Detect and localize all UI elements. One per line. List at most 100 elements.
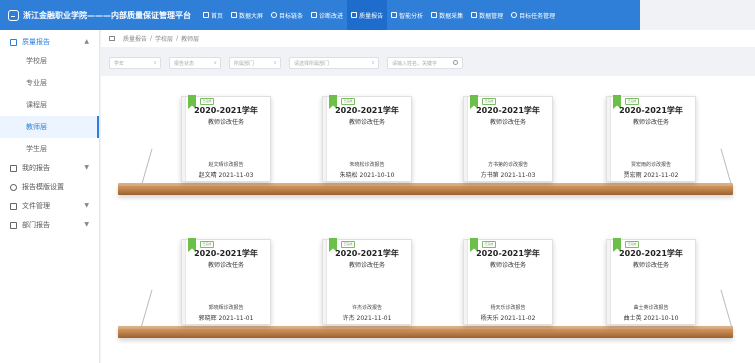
- status-stamp: 已完成: [625, 241, 639, 248]
- book-year: 2020-2021学年: [194, 249, 258, 258]
- task-icon: [511, 12, 518, 18]
- home-icon: [203, 12, 209, 18]
- book-title: 教师诊改任务: [632, 262, 669, 269]
- report-book[interactable]: 已完成 2020-2021学年 教师诊改任务 曲士英诊改报告 曲士英 2021-…: [606, 238, 696, 325]
- book-year: 2020-2021学年: [194, 106, 258, 115]
- home-icon: [109, 36, 115, 41]
- app-brand: 浙江金融职业学院———内部质量保证管理平台: [0, 9, 191, 21]
- breadcrumb-sep: /: [176, 35, 179, 42]
- search-input[interactable]: 请输入姓名，关键字: [387, 57, 463, 69]
- book-meta: 曲士英 2021-10-10: [623, 315, 679, 322]
- book-report: 杨天乐诊改报告: [490, 305, 526, 311]
- chevron-up-icon: ▲: [84, 38, 89, 45]
- report-book[interactable]: 已完成 2020-2021学年 教师诊改任务 方书第的诊改报告 方书第 2021…: [463, 95, 553, 182]
- nav-diagnosis[interactable]: 诊断改进: [307, 0, 347, 30]
- report-book[interactable]: 已完成 2020-2021学年 教师诊改任务 许杰诊改报告 许杰 2021-11…: [322, 238, 412, 325]
- nav-task-manage[interactable]: 目标任务管理: [507, 0, 559, 30]
- sidebar-item-my-report[interactable]: 我的报告 ▼: [0, 160, 99, 176]
- nav-data-screen[interactable]: 数据大屏: [227, 0, 267, 30]
- target-icon: [271, 12, 278, 18]
- monitor-icon: [231, 12, 238, 18]
- monitor-logo-icon: [8, 9, 19, 21]
- nav-data-manage[interactable]: 数据管理: [467, 0, 507, 30]
- book-title: 教师诊改任务: [489, 262, 526, 269]
- chevron-down-icon: ▼: [84, 164, 89, 171]
- nav-smart-analysis[interactable]: 智能分析: [387, 0, 427, 30]
- book-title: 教师诊改任务: [348, 262, 385, 269]
- book-meta: 许杰 2021-11-01: [342, 315, 392, 322]
- book-report: 方书第的诊改报告: [487, 162, 528, 168]
- book-meta: 朱晓松 2021-10-10: [339, 172, 395, 179]
- sidebar-item-file-manage[interactable]: 文件管理 ▼: [0, 198, 99, 214]
- book-title: 教师诊改任务: [489, 119, 526, 126]
- sidebar-item-dept-report[interactable]: 部门报告 ▼: [0, 217, 99, 233]
- breadcrumb-current: 教师层: [181, 36, 200, 43]
- nav-home[interactable]: 首页: [199, 0, 227, 30]
- book-year: 2020-2021学年: [476, 249, 540, 258]
- book-title: 教师诊改任务: [632, 119, 669, 126]
- sidebar-item-quality-report[interactable]: 质量报告 ▲: [0, 34, 99, 50]
- status-stamp: 已完成: [200, 98, 214, 105]
- status-stamp: 已完成: [625, 98, 639, 105]
- book-year: 2020-2021学年: [619, 249, 683, 258]
- book-report: 郭晓辉诊改报告: [208, 305, 244, 311]
- chevron-down-icon: ∨: [213, 60, 217, 66]
- chevron-down-icon: ▼: [84, 202, 89, 209]
- database-icon: [471, 12, 478, 18]
- book-meta: 方书第 2021-11-03: [480, 172, 536, 179]
- book-meta: 赵文晴 2021-11-03: [198, 172, 254, 179]
- report-book[interactable]: 已完成 2020-2021学年 教师诊改任务 郭晓辉诊改报告 郭晓辉 2021-…: [181, 238, 271, 325]
- nav-data-collect[interactable]: 数据采集: [427, 0, 467, 30]
- shelf-top: [118, 183, 733, 195]
- breadcrumb-item[interactable]: 学校层: [155, 34, 173, 43]
- year-select[interactable]: 学年 ∨: [109, 57, 161, 69]
- book-meta: 贾宏雨 2021-11-02: [623, 172, 679, 179]
- sidebar-item-school[interactable]: 学校层: [0, 50, 99, 72]
- report-book[interactable]: 已完成 2020-2021学年 教师诊改任务 贾宏雨的诊改报告 贾宏雨 2021…: [606, 95, 696, 182]
- report-icon: [10, 38, 17, 46]
- doc-icon: [10, 221, 17, 229]
- status-stamp: 已完成: [482, 241, 496, 248]
- app-title: 浙江金融职业学院———内部质量保证管理平台: [23, 10, 191, 20]
- book-title: 教师诊改任务: [348, 119, 385, 126]
- user-icon: [10, 164, 17, 172]
- status-stamp: 已完成: [341, 98, 355, 105]
- book-year: 2020-2021学年: [335, 106, 399, 115]
- book-report: 贾宏雨的诊改报告: [630, 162, 671, 168]
- top-nav-bar: 浙江金融职业学院———内部质量保证管理平台 首页 数据大屏 目标链条 诊断改进 …: [0, 0, 640, 30]
- chevron-down-icon: ∨: [153, 60, 157, 66]
- chevron-down-icon: ∨: [371, 60, 375, 66]
- department-select[interactable]: 所属部门 ∨: [229, 57, 281, 69]
- sidebar-item-major[interactable]: 专业层: [0, 72, 99, 94]
- report-book[interactable]: 已完成 2020-2021学年 教师诊改任务 赵文晴诊改报告 赵文晴 2021-…: [181, 95, 271, 182]
- book-title: 教师诊改任务: [207, 119, 244, 126]
- status-select[interactable]: 报告状态 ∨: [169, 57, 221, 69]
- sidebar-item-template-settings[interactable]: 报告模版设置: [0, 179, 99, 195]
- report-book[interactable]: 已完成 2020-2021学年 教师诊改任务 杨天乐诊改报告 杨天乐 2021-…: [463, 238, 553, 325]
- sidebar-item-teacher[interactable]: 教师层: [0, 116, 99, 138]
- breadcrumb: 质量报告 / 学校层 / 教师层: [101, 30, 755, 47]
- book-report: 许杰诊改报告: [351, 305, 382, 311]
- chart-icon: [391, 12, 398, 18]
- breadcrumb-item[interactable]: 质量报告: [123, 34, 147, 43]
- nav-quality-report[interactable]: 质量报告: [347, 0, 388, 30]
- folder-icon: [10, 202, 17, 210]
- sidebar-item-course[interactable]: 课程层: [0, 94, 99, 116]
- book-year: 2020-2021学年: [335, 249, 399, 258]
- report-book[interactable]: 已完成 2020-2021学年 教师诊改任务 朱晓松诊改报告 朱晓松 2021-…: [322, 95, 412, 182]
- search-icon: [453, 60, 458, 65]
- book-meta: 郭晓辉 2021-11-01: [198, 315, 254, 322]
- shelf-bottom: [118, 326, 733, 338]
- nav-target-chain[interactable]: 目标链条: [267, 0, 307, 30]
- book-meta: 杨天乐 2021-11-02: [480, 315, 536, 322]
- status-stamp: 已完成: [341, 241, 355, 248]
- filter-bar: 学年 ∨ 报告状态 ∨ 所属部门 ∨ 请选择所属部门 ∨ 请输入姓名，关键字: [101, 52, 755, 74]
- status-stamp: 已完成: [482, 98, 496, 105]
- department-picker[interactable]: 请选择所属部门 ∨: [289, 57, 379, 69]
- main-nav: 首页 数据大屏 目标链条 诊断改进 质量报告 智能分析 数据采集 数据管理 目标…: [199, 0, 559, 30]
- book-year: 2020-2021学年: [476, 106, 540, 115]
- clipboard-icon: [311, 12, 318, 18]
- sidebar-item-student[interactable]: 学生层: [0, 138, 99, 160]
- book-report: 曲士英诊改报告: [633, 305, 669, 311]
- status-stamp: 已完成: [200, 241, 214, 248]
